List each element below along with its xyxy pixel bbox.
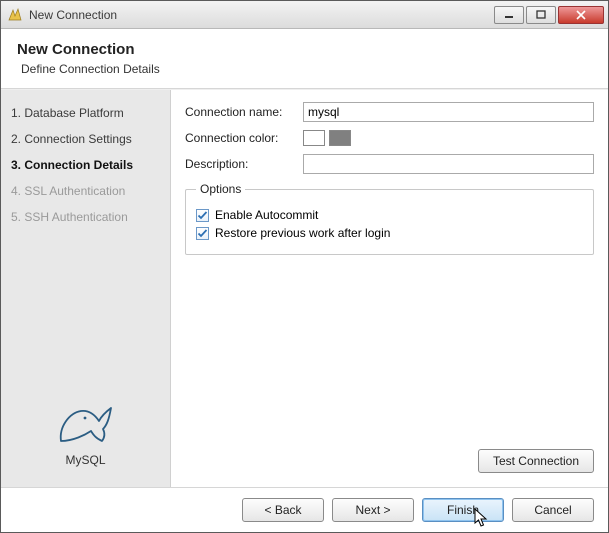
window-title: New Connection bbox=[29, 8, 488, 22]
restore-label: Restore previous work after login bbox=[215, 226, 390, 240]
description-input[interactable] bbox=[303, 154, 594, 174]
test-connection-button[interactable]: Test Connection bbox=[478, 449, 594, 473]
step-ssl-authentication: 4. SSL Authentication bbox=[1, 178, 170, 204]
window-controls bbox=[494, 6, 604, 24]
close-button[interactable] bbox=[558, 6, 604, 24]
page-title: New Connection bbox=[17, 41, 592, 58]
minimize-button[interactable] bbox=[494, 6, 524, 24]
conn-name-input[interactable] bbox=[303, 102, 594, 122]
autocommit-checkbox[interactable] bbox=[196, 209, 209, 222]
titlebar[interactable]: New Connection bbox=[1, 1, 608, 29]
color-swatches bbox=[303, 130, 351, 146]
cancel-button[interactable]: Cancel bbox=[512, 498, 594, 522]
wizard-sidebar: 1. Database Platform 2. Connection Setti… bbox=[1, 90, 171, 487]
step-database-platform[interactable]: 1. Database Platform bbox=[1, 100, 170, 126]
description-label: Description: bbox=[185, 157, 295, 171]
check-icon bbox=[197, 228, 208, 239]
conn-name-label: Connection name: bbox=[185, 105, 295, 119]
color-swatch-white[interactable] bbox=[303, 130, 325, 146]
maximize-button[interactable] bbox=[526, 6, 556, 24]
next-button[interactable]: Next > bbox=[332, 498, 414, 522]
color-swatch-grey[interactable] bbox=[329, 130, 351, 146]
step-connection-details[interactable]: 3. Connection Details bbox=[1, 152, 170, 178]
form-area: Connection name: Connection color: Descr… bbox=[171, 90, 608, 487]
back-button[interactable]: < Back bbox=[242, 498, 324, 522]
options-fieldset: Options Enable Autocommit Restore previo… bbox=[185, 182, 594, 255]
check-icon bbox=[197, 210, 208, 221]
autocommit-label: Enable Autocommit bbox=[215, 208, 318, 222]
db-logo-block: MySQL bbox=[1, 391, 170, 487]
restore-checkbox[interactable] bbox=[196, 227, 209, 240]
app-icon bbox=[7, 7, 23, 23]
content-area: 1. Database Platform 2. Connection Setti… bbox=[1, 89, 608, 487]
wizard-footer: < Back Next > Finish Cancel bbox=[1, 487, 608, 532]
conn-color-label: Connection color: bbox=[185, 131, 295, 145]
options-legend: Options bbox=[196, 182, 245, 196]
wizard-header: New Connection Define Connection Details bbox=[1, 29, 608, 89]
db-logo-label: MySQL bbox=[1, 453, 170, 467]
page-subtitle: Define Connection Details bbox=[17, 62, 592, 76]
step-ssh-authentication: 5. SSH Authentication bbox=[1, 204, 170, 230]
mysql-dolphin-icon bbox=[55, 391, 117, 447]
dialog-window: New Connection New Connection Define Con… bbox=[0, 0, 609, 533]
finish-button[interactable]: Finish bbox=[422, 498, 504, 522]
step-connection-settings[interactable]: 2. Connection Settings bbox=[1, 126, 170, 152]
